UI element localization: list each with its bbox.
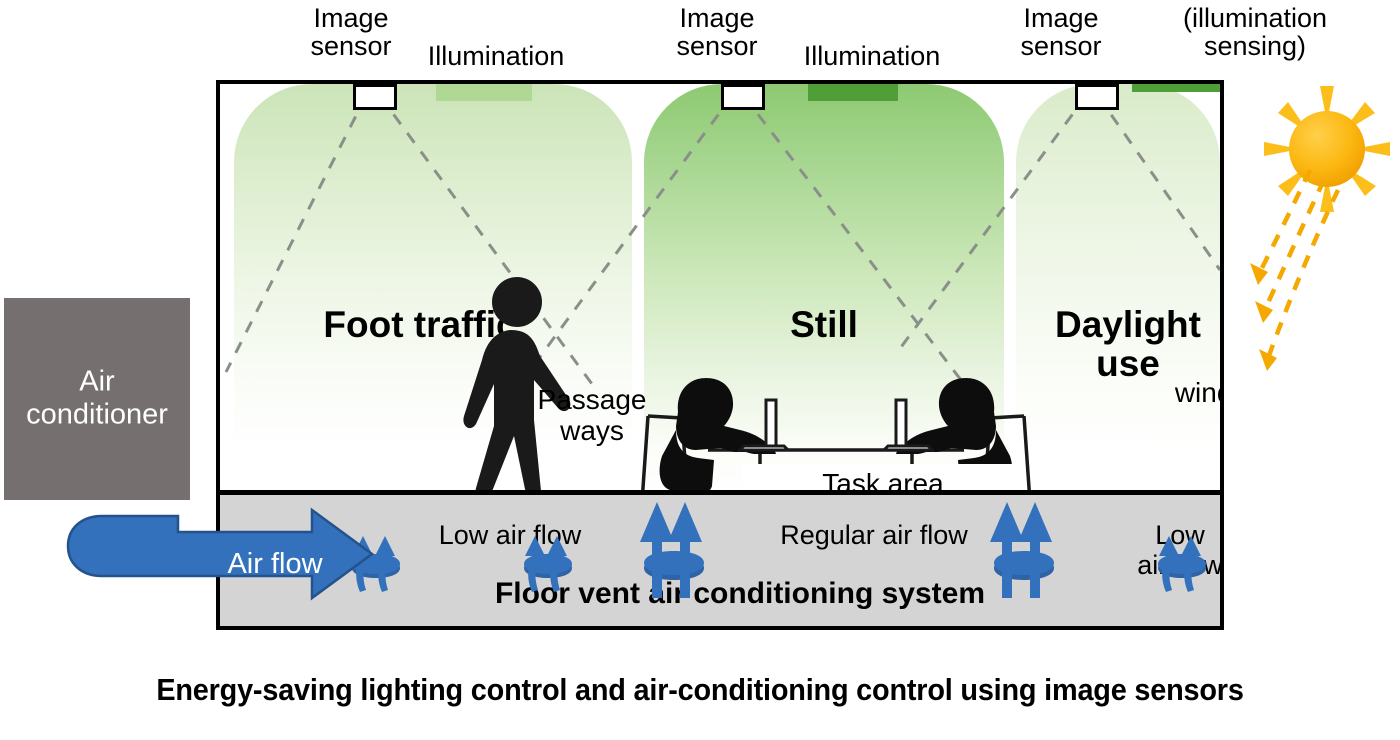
figure-caption: Energy-saving lighting control and air-c… <box>49 672 1351 708</box>
label-line: Illumination <box>427 41 565 71</box>
illumination-sensing[interactable] <box>1132 84 1220 92</box>
image-sensor-2[interactable] <box>721 84 765 110</box>
label-line: Image sensor <box>310 3 392 62</box>
near-windows-label: Near windows, etc. <box>1090 346 1220 440</box>
zone-title-still: Still <box>704 304 944 345</box>
label-line: Illumination <box>803 41 941 71</box>
label-image-sensor-3: Image sensor <box>1002 4 1120 61</box>
zone-title-text: Still <box>790 304 858 345</box>
air-flow-label: Air flow <box>205 548 345 581</box>
image-sensor-1[interactable] <box>353 84 397 110</box>
air-conditioner-box[interactable]: Air conditioner <box>4 298 190 500</box>
illumination-1[interactable] <box>436 84 532 101</box>
label-illumination-1: Illumination <box>406 42 586 70</box>
label-illumination-2: Illumination <box>782 42 962 70</box>
near-windows-text: Near windows, etc. <box>1174 377 1220 409</box>
label-line: Image sensor <box>676 3 758 62</box>
label-image-sensor-1: Image sensor <box>292 4 410 61</box>
sun-icon <box>1248 86 1398 386</box>
figure-caption-text: Energy-saving lighting control and air-c… <box>156 672 1244 707</box>
air-conditioner-label: Air conditioner <box>26 365 168 431</box>
illumination-2[interactable] <box>808 84 898 101</box>
label-line: (illumination sensing) <box>1182 3 1328 62</box>
label-line: Image sensor <box>1020 3 1102 62</box>
image-sensor-3[interactable] <box>1075 84 1119 110</box>
passage-ways-text: Passage ways <box>537 384 647 447</box>
label-illumination-sensing: (illumination sensing) <box>1140 4 1370 61</box>
air-flow-label-text: Air flow <box>227 548 323 580</box>
label-image-sensor-2: Image sensor <box>658 4 776 61</box>
